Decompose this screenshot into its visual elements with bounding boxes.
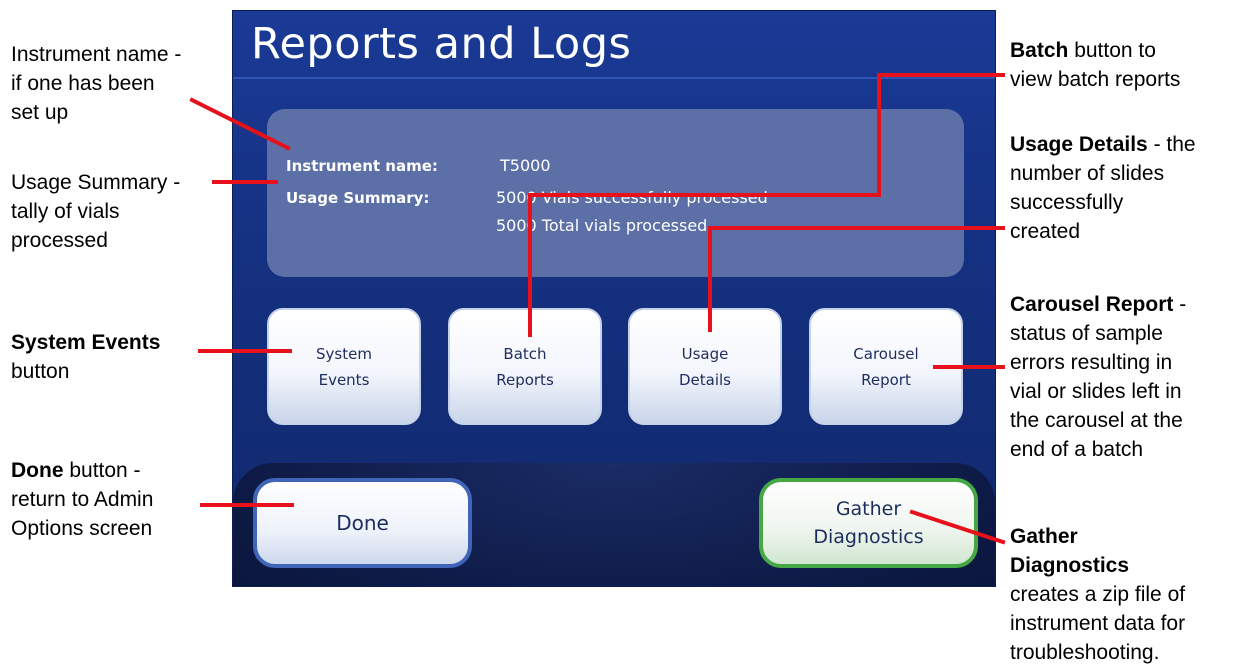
usage-summary-label: Usage Summary: [286,189,430,207]
annotation-gather-diagnostics: Gather Diagnostics creates a zip file of… [1010,525,1186,664]
reports-and-logs-screen: Reports and Logs Instrument name: T5000 … [232,10,996,587]
batch-reports-button[interactable]: Batch Reports [448,308,602,425]
annotation-batch: Batch button to view batch reports [1010,39,1181,91]
annotation-instrument-name: Instrument name - if one has been set up [11,43,182,124]
usage-summary-line-successful: 5000 Vials successfully processed [496,188,768,207]
annotation-system-events: System Events button [11,331,161,383]
info-panel: Instrument name: T5000 Usage Summary: 50… [267,109,964,277]
done-button[interactable]: Done [253,478,472,568]
gather-diagnostics-button[interactable]: Gather Diagnostics [759,478,978,568]
screen-title: Reports and Logs [251,19,632,69]
usage-details-button[interactable]: Usage Details [628,308,782,425]
annotation-carousel-report: Carousel Report - status of sample error… [1010,293,1187,461]
instrument-name-label: Instrument name: [286,157,438,175]
usage-summary-line-total: 5000 Total vials processed [496,216,708,235]
annotation-usage-details: Usage Details - the number of slides suc… [1010,133,1196,243]
system-events-button[interactable]: System Events [267,308,421,425]
title-divider [233,77,995,79]
instrument-name-value: T5000 [500,156,551,175]
carousel-report-button[interactable]: Carousel Report [809,308,963,425]
annotation-usage-summary: Usage Summary - tally of vials processed [11,171,181,252]
annotation-done: Done button - return to Admin Options sc… [11,459,154,540]
